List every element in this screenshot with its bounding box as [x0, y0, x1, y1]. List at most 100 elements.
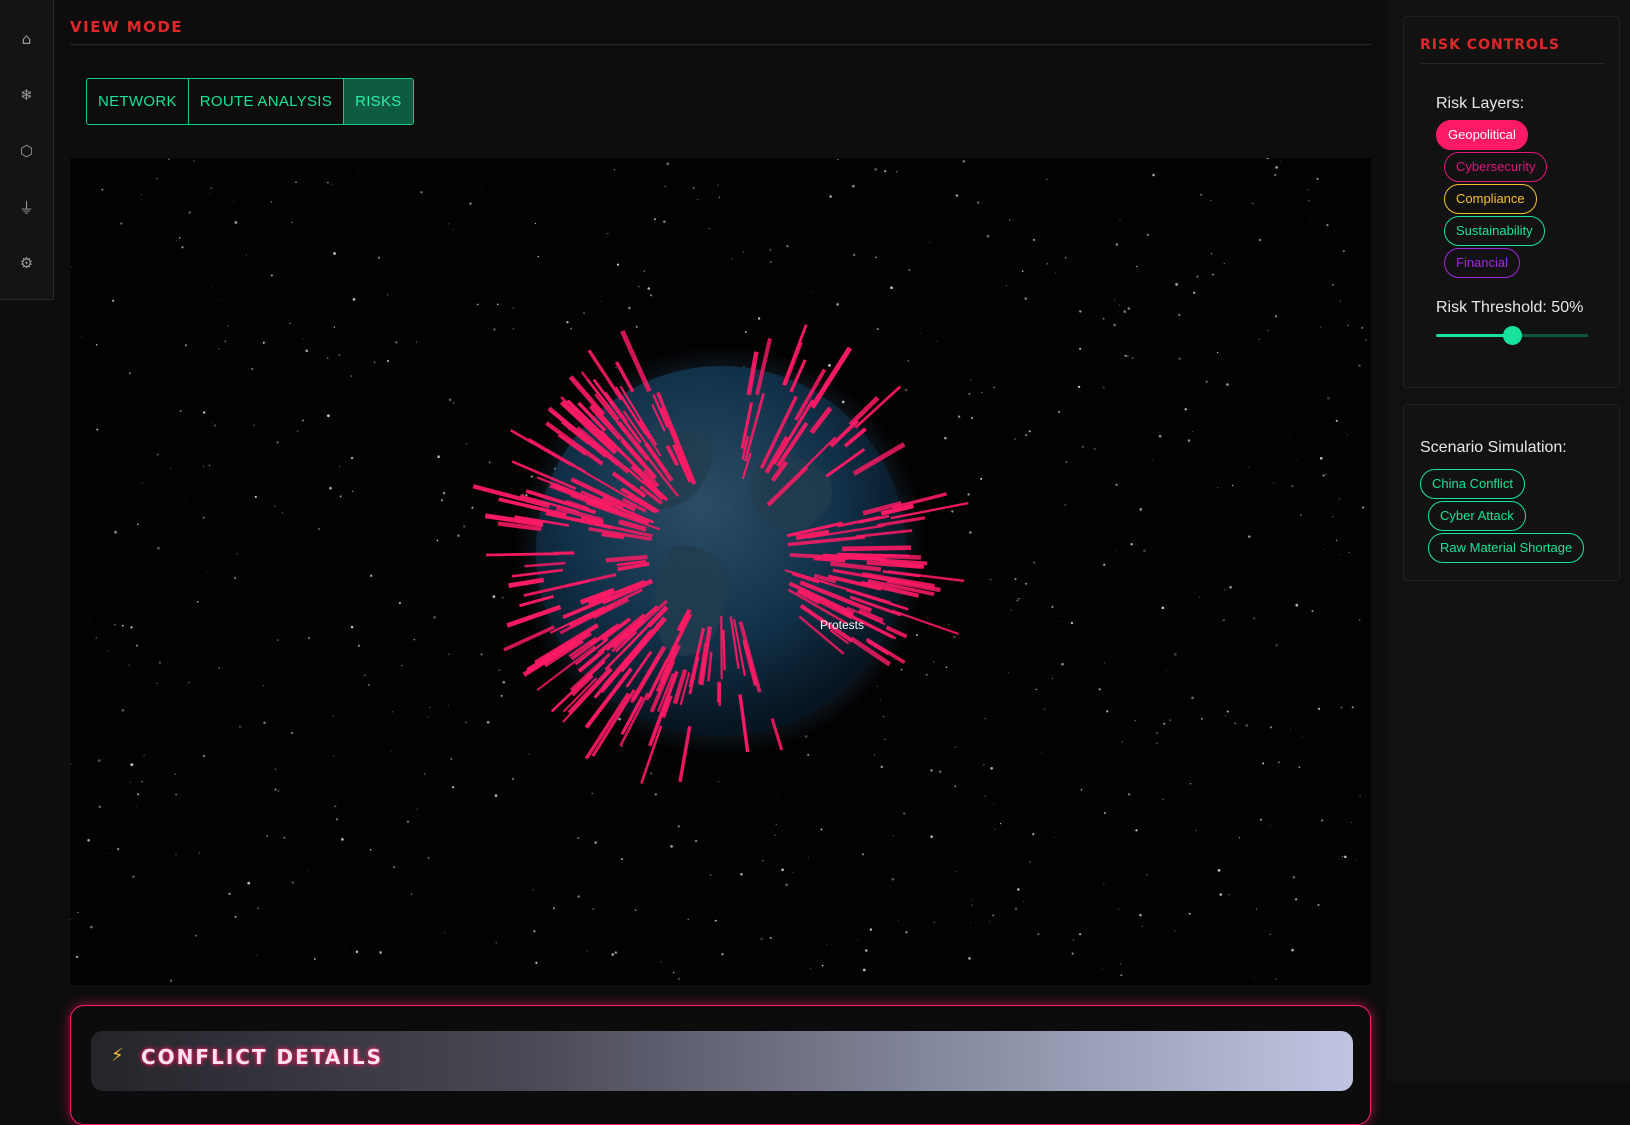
- risk-spike[interactable]: [723, 630, 724, 670]
- star: [1103, 387, 1104, 388]
- chip-financial[interactable]: Financial: [1444, 248, 1520, 278]
- risk-spike[interactable]: [842, 548, 911, 549]
- star: [1123, 310, 1126, 313]
- star: [535, 223, 536, 224]
- star: [709, 874, 711, 876]
- star: [1217, 487, 1218, 488]
- star: [874, 754, 875, 755]
- star: [1166, 670, 1167, 671]
- star: [1223, 619, 1224, 620]
- star: [1174, 653, 1177, 656]
- globe-viewport[interactable]: Protests: [70, 158, 1371, 985]
- star: [884, 170, 886, 172]
- tab-risks[interactable]: RISKS: [344, 79, 413, 124]
- scenario-raw-material-shortage-button[interactable]: Raw Material Shortage: [1428, 533, 1584, 563]
- star: [862, 853, 864, 855]
- star: [1347, 325, 1348, 326]
- chip-geopolitical[interactable]: Geopolitical: [1436, 120, 1528, 150]
- star: [786, 245, 788, 247]
- star: [481, 653, 483, 655]
- star: [1224, 692, 1225, 693]
- globe-canvas[interactable]: [70, 158, 1371, 985]
- star: [1178, 357, 1180, 359]
- risk-tooltip-label: Protests: [820, 618, 864, 632]
- star: [334, 310, 335, 311]
- star: [615, 367, 617, 369]
- scenario-china-conflict-button[interactable]: China Conflict: [1420, 469, 1525, 499]
- star: [1224, 263, 1225, 264]
- star: [329, 487, 332, 490]
- home-icon[interactable]: ⌂: [12, 26, 42, 52]
- star: [743, 251, 744, 252]
- tab-route-analysis[interactable]: ROUTE ANALYSIS: [189, 79, 344, 124]
- star: [693, 187, 695, 189]
- star: [225, 341, 226, 342]
- star: [1339, 498, 1341, 500]
- star: [896, 171, 898, 173]
- star: [1139, 914, 1142, 917]
- star: [948, 624, 949, 625]
- star: [451, 758, 453, 760]
- star: [132, 876, 134, 878]
- star: [1047, 263, 1048, 264]
- tab-network[interactable]: NETWORK: [87, 79, 189, 124]
- star: [1017, 888, 1019, 890]
- snowflake-icon[interactable]: ❄: [12, 82, 42, 108]
- star: [87, 839, 90, 842]
- scenario-cyber-attack-button[interactable]: Cyber Attack: [1428, 501, 1526, 531]
- star: [282, 512, 283, 513]
- star: [967, 493, 969, 495]
- star: [1185, 408, 1187, 410]
- gear-icon[interactable]: ⚙: [12, 250, 42, 276]
- star: [853, 254, 856, 257]
- star: [1169, 719, 1171, 721]
- star: [770, 937, 772, 939]
- star: [1220, 893, 1223, 896]
- risk-spike[interactable]: [486, 554, 560, 555]
- star: [678, 825, 680, 827]
- star: [81, 336, 82, 337]
- chip-compliance[interactable]: Compliance: [1444, 184, 1537, 214]
- chip-cybersecurity[interactable]: Cybersecurity: [1444, 152, 1547, 182]
- star: [1046, 179, 1047, 180]
- ground-icon[interactable]: ⏚: [12, 194, 42, 220]
- star: [387, 294, 388, 295]
- star: [1259, 339, 1260, 340]
- star: [1060, 385, 1061, 386]
- star: [120, 223, 122, 225]
- risk-spike[interactable]: [898, 565, 924, 567]
- star: [1206, 381, 1208, 383]
- slider-thumb[interactable]: [1503, 326, 1522, 345]
- star: [718, 781, 719, 782]
- star: [1300, 514, 1302, 516]
- star: [1032, 833, 1034, 835]
- star: [308, 637, 310, 639]
- star: [1008, 672, 1009, 673]
- star: [1119, 305, 1120, 306]
- star: [214, 424, 216, 426]
- star: [78, 296, 79, 297]
- hexagon-icon[interactable]: ⬡: [12, 138, 42, 164]
- star: [1136, 363, 1137, 364]
- risk-spike[interactable]: [814, 558, 846, 560]
- star: [971, 900, 972, 901]
- star: [1116, 243, 1119, 246]
- chip-sustainability[interactable]: Sustainability: [1444, 216, 1545, 246]
- star: [311, 596, 312, 597]
- star: [513, 307, 514, 308]
- star: [929, 242, 930, 243]
- star: [875, 256, 877, 258]
- star: [175, 794, 176, 795]
- star: [130, 782, 131, 783]
- star: [983, 764, 985, 766]
- star: [90, 926, 93, 929]
- star: [210, 193, 211, 194]
- star: [1254, 978, 1255, 979]
- star: [528, 753, 530, 755]
- star: [98, 759, 101, 762]
- star: [417, 809, 418, 810]
- risk-threshold-slider[interactable]: [1436, 334, 1588, 337]
- star: [333, 716, 334, 717]
- star: [1192, 431, 1193, 432]
- star: [721, 953, 724, 956]
